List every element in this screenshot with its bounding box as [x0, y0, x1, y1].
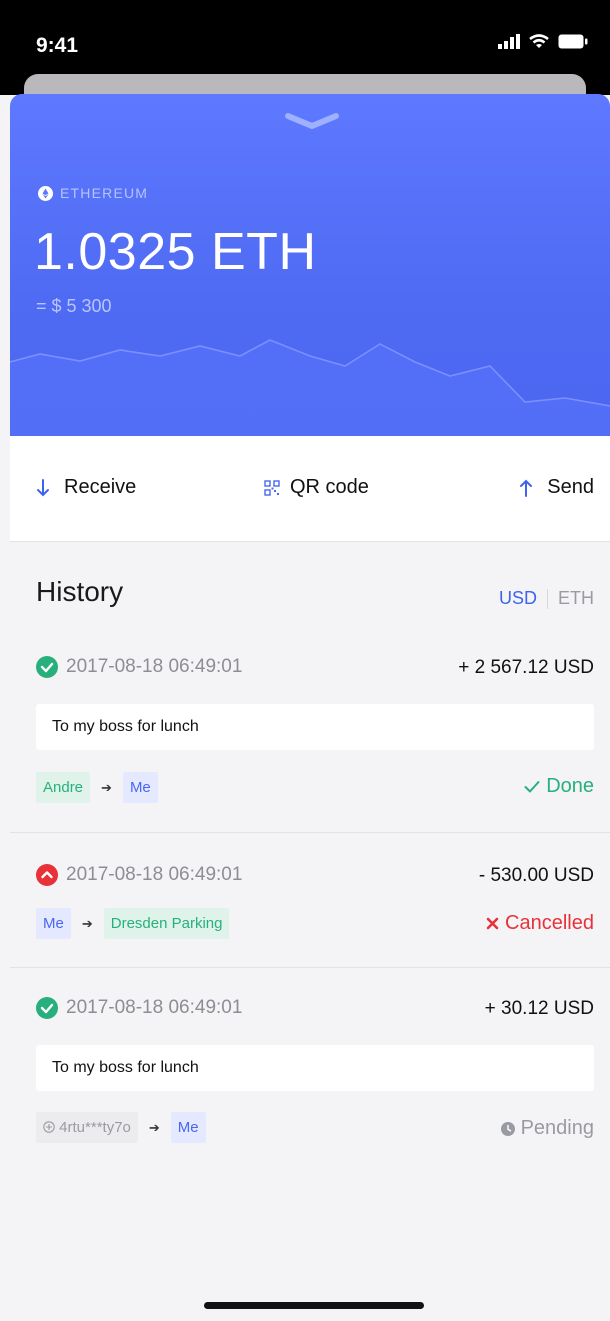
- from-address-tag[interactable]: 4rtu***ty7o: [36, 1112, 138, 1143]
- receive-label: Receive: [64, 476, 137, 498]
- transaction-amount: + 30.12 USD: [484, 998, 594, 1019]
- transaction-note: To my boss for lunch: [36, 1045, 594, 1091]
- transaction-route: Me ➔ Dresden Parking: [36, 908, 230, 939]
- transaction-amount: + 2 567.12 USD: [458, 657, 594, 678]
- system-icons: [498, 34, 588, 49]
- coin-label: ETHEREUM: [38, 185, 148, 201]
- transaction-date: 2017-08-18 06:49:01: [66, 656, 243, 677]
- wifi-icon: [529, 34, 549, 48]
- arrow-down-icon: [37, 478, 49, 496]
- status-time: 9:41: [36, 34, 79, 57]
- transaction-note: To my boss for lunch: [36, 704, 594, 750]
- close-icon: [486, 917, 499, 930]
- address-icon: [43, 1121, 55, 1133]
- arrow-right-icon: ➔: [81, 915, 93, 931]
- send-label: Send: [547, 476, 594, 498]
- transaction-header: 2017-08-18 06:49:01: [36, 864, 242, 886]
- qr-code-button[interactable]: QR code: [264, 476, 369, 499]
- from-tag[interactable]: Andre: [36, 772, 91, 803]
- transaction-item[interactable]: 2017-08-18 06:49:01 + 30.12 USD To my bo…: [10, 967, 610, 1167]
- transaction-route: Andre ➔ Me: [36, 772, 158, 803]
- balance-amount: 1.0325 ETH: [34, 223, 317, 281]
- qr-code-label: QR code: [290, 476, 369, 498]
- price-chart: [10, 339, 610, 436]
- arrow-right-icon: ➔: [101, 779, 112, 795]
- transaction-date: 2017-08-18 06:49:01: [66, 864, 243, 885]
- status-done: Done: [524, 775, 594, 798]
- transaction-header: 2017-08-18 06:49:01: [36, 997, 242, 1019]
- wallet-screen: 9:41 ETHEREUM 1.0325 ETH = $ 5 300 Recei…: [0, 0, 610, 1321]
- checkmark-icon: [524, 780, 540, 792]
- arrow-right-icon: ➔: [148, 1119, 160, 1135]
- currency-usd-toggle[interactable]: USD: [499, 588, 537, 609]
- transaction-date: 2017-08-18 06:49:01: [66, 997, 243, 1018]
- currency-switch: USD ETH: [499, 588, 594, 609]
- arrow-up-icon: [520, 479, 533, 497]
- transaction-header: 2017-08-18 06:49:01: [36, 656, 242, 678]
- check-circle-icon: [36, 656, 58, 678]
- to-tag[interactable]: Dresden Parking: [103, 908, 230, 939]
- transaction-route: 4rtu***ty7o ➔ Me: [36, 1112, 206, 1143]
- from-tag[interactable]: Me: [36, 908, 71, 939]
- battery-icon: [558, 34, 588, 49]
- home-indicator[interactable]: [204, 1302, 424, 1309]
- to-tag[interactable]: Me: [170, 1112, 206, 1143]
- status-pending: Pending: [500, 1117, 594, 1140]
- send-button[interactable]: Send: [519, 476, 594, 499]
- transaction-item[interactable]: 2017-08-18 06:49:01 + 2 567.12 USD To my…: [10, 632, 610, 833]
- chevron-down-icon[interactable]: [282, 110, 342, 132]
- status-cancelled: Cancelled: [486, 912, 594, 935]
- ethereum-icon: [38, 185, 53, 201]
- history-title: History: [36, 576, 124, 607]
- up-arrow-circle-icon: [36, 864, 58, 886]
- balance-card: ETHEREUM 1.0325 ETH = $ 5 300: [10, 94, 610, 436]
- transaction-amount: - 530.00 USD: [478, 865, 594, 886]
- check-circle-icon: [36, 997, 58, 1019]
- signal-icon: [498, 34, 520, 49]
- status-label: Pending: [520, 1117, 594, 1139]
- qr-code-icon: [264, 479, 280, 496]
- currency-divider: [547, 588, 548, 609]
- receive-button[interactable]: Receive: [36, 476, 136, 499]
- currency-eth-toggle[interactable]: ETH: [558, 588, 594, 609]
- from-address: 4rtu***ty7o: [59, 1119, 131, 1136]
- clock-icon: [500, 1121, 515, 1136]
- status-label: Done: [546, 775, 594, 797]
- action-bar: Receive QR code Send: [10, 436, 610, 542]
- transaction-item[interactable]: 2017-08-18 06:49:01 - 530.00 USD Me ➔ Dr…: [10, 832, 610, 968]
- coin-name: ETHEREUM: [60, 185, 149, 201]
- to-tag[interactable]: Me: [122, 772, 158, 803]
- status-label: Cancelled: [505, 912, 594, 934]
